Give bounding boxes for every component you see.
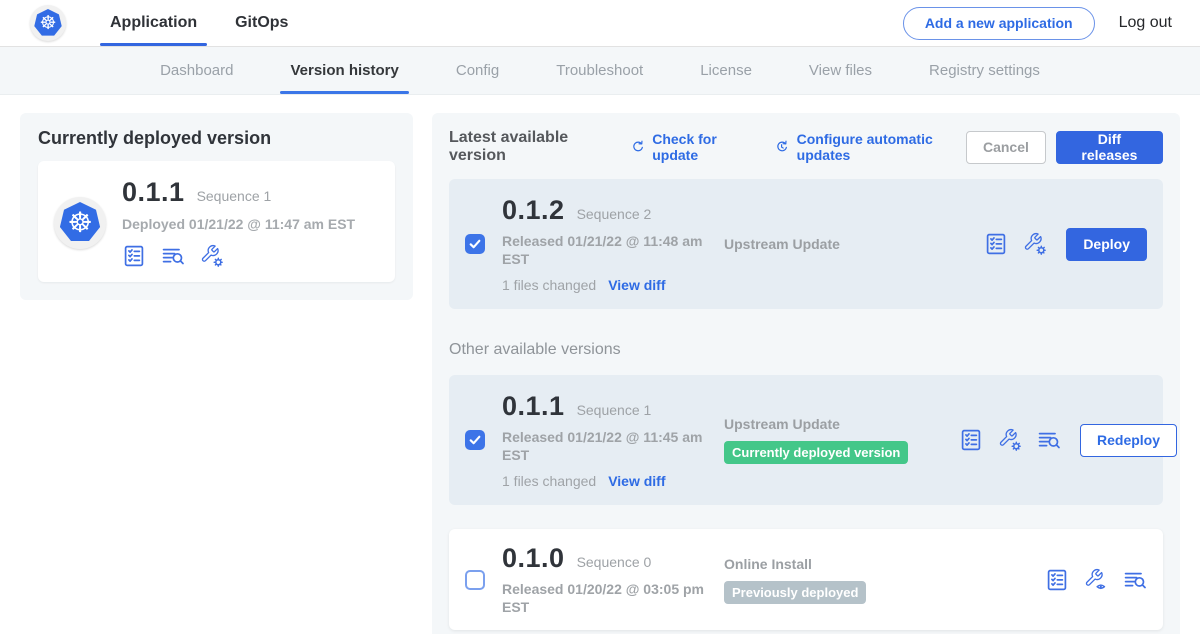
app-subnav: Dashboard Version history Config Trouble… — [0, 47, 1200, 95]
navbar-tab-application[interactable]: Application — [98, 0, 209, 46]
version-number: 0.1.2 — [502, 195, 565, 226]
app-logo-kubernetes-icon: ☸ — [54, 197, 106, 249]
other-available-versions-label: Other available versions — [449, 341, 1163, 359]
released-timestamp: Released 01/21/22 @ 11:48 am EST — [502, 233, 704, 268]
tab-dashboard[interactable]: Dashboard — [160, 47, 233, 94]
version-history-page: Currently deployed version ☸ 0.1.1 Seque… — [0, 95, 1200, 634]
version-source-label: Upstream Update — [724, 416, 959, 432]
released-timestamp: Released 01/20/22 @ 03:05 pm EST — [502, 581, 704, 616]
previously-deployed-badge: Previously deployed — [724, 581, 866, 604]
check-for-update-label: Check for update — [652, 131, 752, 163]
preflight-checklist-icon[interactable] — [984, 232, 1008, 256]
deployed-timestamp: Deployed 01/21/22 @ 11:47 am EST — [122, 216, 355, 232]
configure-automatic-updates-link[interactable]: Configure automatic updates — [774, 131, 966, 163]
available-versions-panel: Latest available version Check for updat… — [432, 113, 1180, 634]
currently-deployed-panel: Currently deployed version ☸ 0.1.1 Seque… — [20, 113, 413, 300]
view-diff-link[interactable]: View diff — [608, 473, 665, 489]
edit-config-wrench-gear-icon[interactable] — [200, 244, 224, 268]
view-files-diff-icon[interactable] — [1037, 428, 1061, 452]
sequence-label: Sequence 2 — [577, 206, 652, 222]
preflight-checklist-icon[interactable] — [959, 428, 983, 452]
clock-refresh-icon — [774, 138, 790, 156]
view-diff-link[interactable]: View diff — [608, 277, 665, 293]
preflight-checklist-icon[interactable] — [122, 244, 146, 268]
tab-troubleshoot[interactable]: Troubleshoot — [556, 47, 643, 94]
refresh-icon — [630, 138, 646, 156]
files-changed-label: 1 files changed — [502, 473, 596, 489]
navbar-tab-application-label: Application — [110, 14, 197, 32]
edit-config-wrench-gear-icon[interactable] — [1023, 232, 1047, 256]
tab-version-history[interactable]: Version history — [290, 47, 398, 94]
check-for-update-link[interactable]: Check for update — [630, 131, 752, 163]
cancel-button[interactable]: Cancel — [966, 131, 1046, 164]
sequence-label: Sequence 0 — [577, 554, 652, 570]
files-changed-label: 1 files changed — [502, 277, 596, 293]
tab-config[interactable]: Config — [456, 47, 499, 94]
view-files-diff-icon[interactable] — [161, 244, 185, 268]
version-row-0-1-2: 0.1.2 Sequence 2 Released 01/21/22 @ 11:… — [449, 179, 1163, 309]
edit-config-wrench-gear-icon[interactable] — [998, 428, 1022, 452]
top-navbar: ☸ Application GitOps Add a new applicati… — [0, 0, 1200, 47]
deploy-button[interactable]: Deploy — [1066, 228, 1147, 261]
navbar-tab-gitops-label: GitOps — [235, 14, 288, 32]
deployed-sequence-label: Sequence 1 — [197, 188, 272, 204]
version-checkbox[interactable] — [465, 570, 485, 590]
currently-deployed-title: Currently deployed version — [38, 128, 395, 149]
preflight-checklist-icon[interactable] — [1045, 568, 1069, 592]
version-source-label: Upstream Update — [724, 236, 959, 252]
version-number: 0.1.0 — [502, 543, 565, 574]
checkmark-icon — [467, 236, 483, 252]
tab-license[interactable]: License — [700, 47, 752, 94]
version-number: 0.1.1 — [502, 391, 565, 422]
tab-registry-settings[interactable]: Registry settings — [929, 47, 1040, 94]
version-source-label: Online Install — [724, 556, 959, 572]
navbar-tab-gitops[interactable]: GitOps — [223, 0, 300, 46]
currently-deployed-badge: Currently deployed version — [724, 441, 908, 464]
version-checkbox[interactable] — [465, 430, 485, 450]
deployed-version-number: 0.1.1 — [122, 177, 185, 208]
kubernetes-logo-icon: ☸ — [30, 5, 66, 41]
sequence-label: Sequence 1 — [577, 402, 652, 418]
diff-releases-button[interactable]: Diff releases — [1056, 131, 1163, 164]
version-row-0-1-0: 0.1.0 Sequence 0 Released 01/20/22 @ 03:… — [449, 529, 1163, 630]
logout-button[interactable]: Log out — [1119, 14, 1172, 32]
deployed-version-card: ☸ 0.1.1 Sequence 1 Deployed 01/21/22 @ 1… — [38, 161, 395, 282]
version-checkbox[interactable] — [465, 234, 485, 254]
latest-available-title: Latest available version — [449, 129, 608, 165]
add-new-application-button[interactable]: Add a new application — [903, 7, 1095, 40]
tab-view-files[interactable]: View files — [809, 47, 872, 94]
redeploy-button[interactable]: Redeploy — [1080, 424, 1177, 457]
view-config-wrench-eye-icon[interactable] — [1084, 568, 1108, 592]
version-row-0-1-1: 0.1.1 Sequence 1 Released 01/21/22 @ 11:… — [449, 375, 1163, 505]
released-timestamp: Released 01/21/22 @ 11:45 am EST — [502, 429, 704, 464]
configure-automatic-updates-label: Configure automatic updates — [797, 131, 966, 163]
checkmark-icon — [467, 432, 483, 448]
view-files-diff-icon[interactable] — [1123, 568, 1147, 592]
